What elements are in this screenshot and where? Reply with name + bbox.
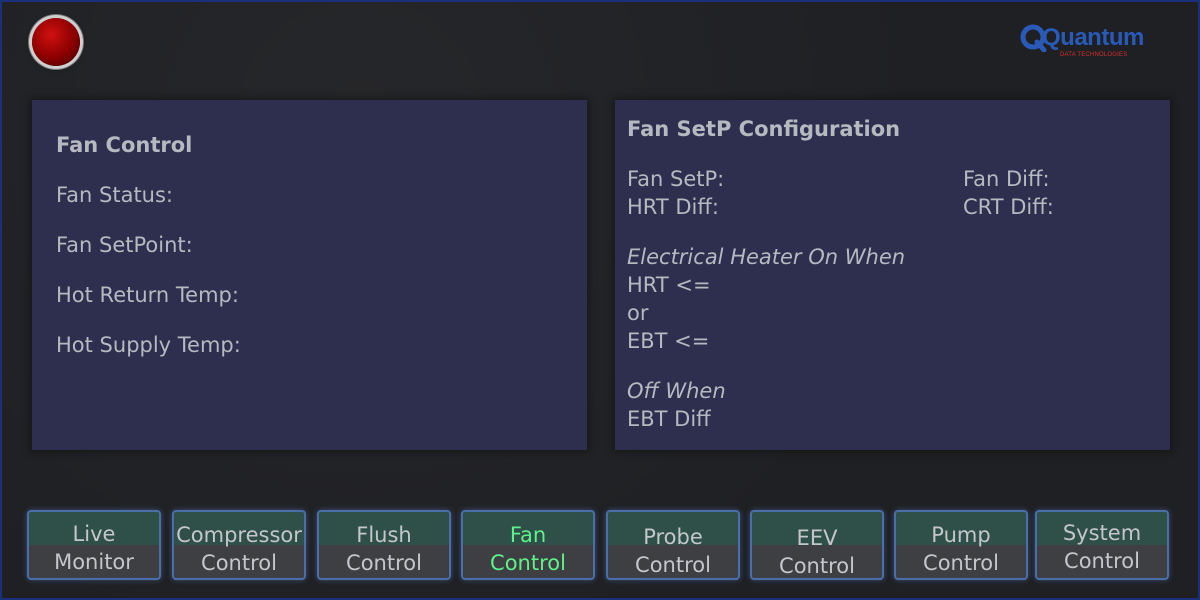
status-indicator-light bbox=[32, 18, 80, 66]
hmi-screen: Quantum DATA TECHNOLOGIES Fan Control Fa… bbox=[0, 0, 1200, 600]
nav-compressor-control-button[interactable]: Compressor Control bbox=[172, 510, 306, 580]
fan-setp-config-panel: Fan SetP Configuration Fan SetP: Fan Dif… bbox=[615, 100, 1170, 450]
nav-probe-control-button[interactable]: Probe Control bbox=[606, 510, 740, 580]
setp-config-title: Fan SetP Configuration bbox=[627, 117, 901, 141]
nav-label-line1: Pump bbox=[931, 523, 991, 547]
off-when-heading: Off When bbox=[627, 379, 726, 403]
nav-flush-control-button[interactable]: Flush Control bbox=[317, 510, 451, 580]
nav-eev-control-button[interactable]: EEV Control bbox=[750, 510, 884, 580]
nav-live-monitor-button[interactable]: Live Monitor bbox=[27, 510, 161, 580]
hrt-diff-label: HRT Diff: bbox=[627, 195, 719, 219]
logo-tagline: DATA TECHNOLOGIES bbox=[1060, 52, 1128, 58]
nav-label-line2: Control bbox=[490, 551, 566, 575]
nav-label-line1: Probe bbox=[643, 525, 703, 549]
nav-label-line2: Control bbox=[201, 551, 277, 575]
nav-label-line1: Compressor bbox=[176, 523, 302, 547]
logo-brand: Quantum bbox=[1042, 24, 1144, 51]
nav-label-line2: Control bbox=[346, 551, 422, 575]
fan-setpoint-label: Fan SetPoint: bbox=[56, 233, 193, 257]
nav-label-line2: Control bbox=[923, 551, 999, 575]
hrt-threshold-label: HRT <= bbox=[627, 273, 711, 297]
fan-control-panel: Fan Control Fan Status: Fan SetPoint: Ho… bbox=[32, 100, 587, 450]
heater-on-when-heading: Electrical Heater On When bbox=[627, 245, 906, 269]
nav-system-control-button[interactable]: System Control bbox=[1035, 510, 1169, 580]
nav-fan-control-button[interactable]: Fan Control bbox=[461, 510, 595, 580]
nav-label-line2: Control bbox=[1064, 549, 1140, 573]
nav-label-line1: Flush bbox=[356, 523, 412, 547]
nav-label-line2: Monitor bbox=[54, 550, 134, 574]
crt-diff-label: CRT Diff: bbox=[963, 195, 1054, 219]
hot-return-temp-label: Hot Return Temp: bbox=[56, 283, 239, 307]
nav-label-line1: Fan bbox=[509, 523, 547, 547]
hot-supply-temp-label: Hot Supply Temp: bbox=[56, 333, 241, 357]
nav-label-line2: Control bbox=[779, 554, 855, 578]
fan-setp-label: Fan SetP: bbox=[627, 167, 725, 191]
fan-status-label: Fan Status: bbox=[56, 183, 173, 207]
nav-pump-control-button[interactable]: Pump Control bbox=[894, 510, 1028, 580]
nav-label-line1: EEV bbox=[796, 526, 838, 550]
fan-diff-label: Fan Diff: bbox=[963, 167, 1050, 191]
nav-label-line2: Control bbox=[635, 553, 711, 577]
ebt-threshold-label: EBT <= bbox=[627, 329, 710, 353]
company-logo: Quantum DATA TECHNOLOGIES bbox=[1020, 24, 1165, 64]
or-label: or bbox=[627, 301, 649, 325]
nav-label-line1: System bbox=[1062, 521, 1142, 545]
fan-control-title: Fan Control bbox=[56, 133, 193, 157]
nav-label-line1: Live bbox=[72, 522, 116, 546]
ebt-diff-label: EBT Diff bbox=[627, 407, 711, 431]
